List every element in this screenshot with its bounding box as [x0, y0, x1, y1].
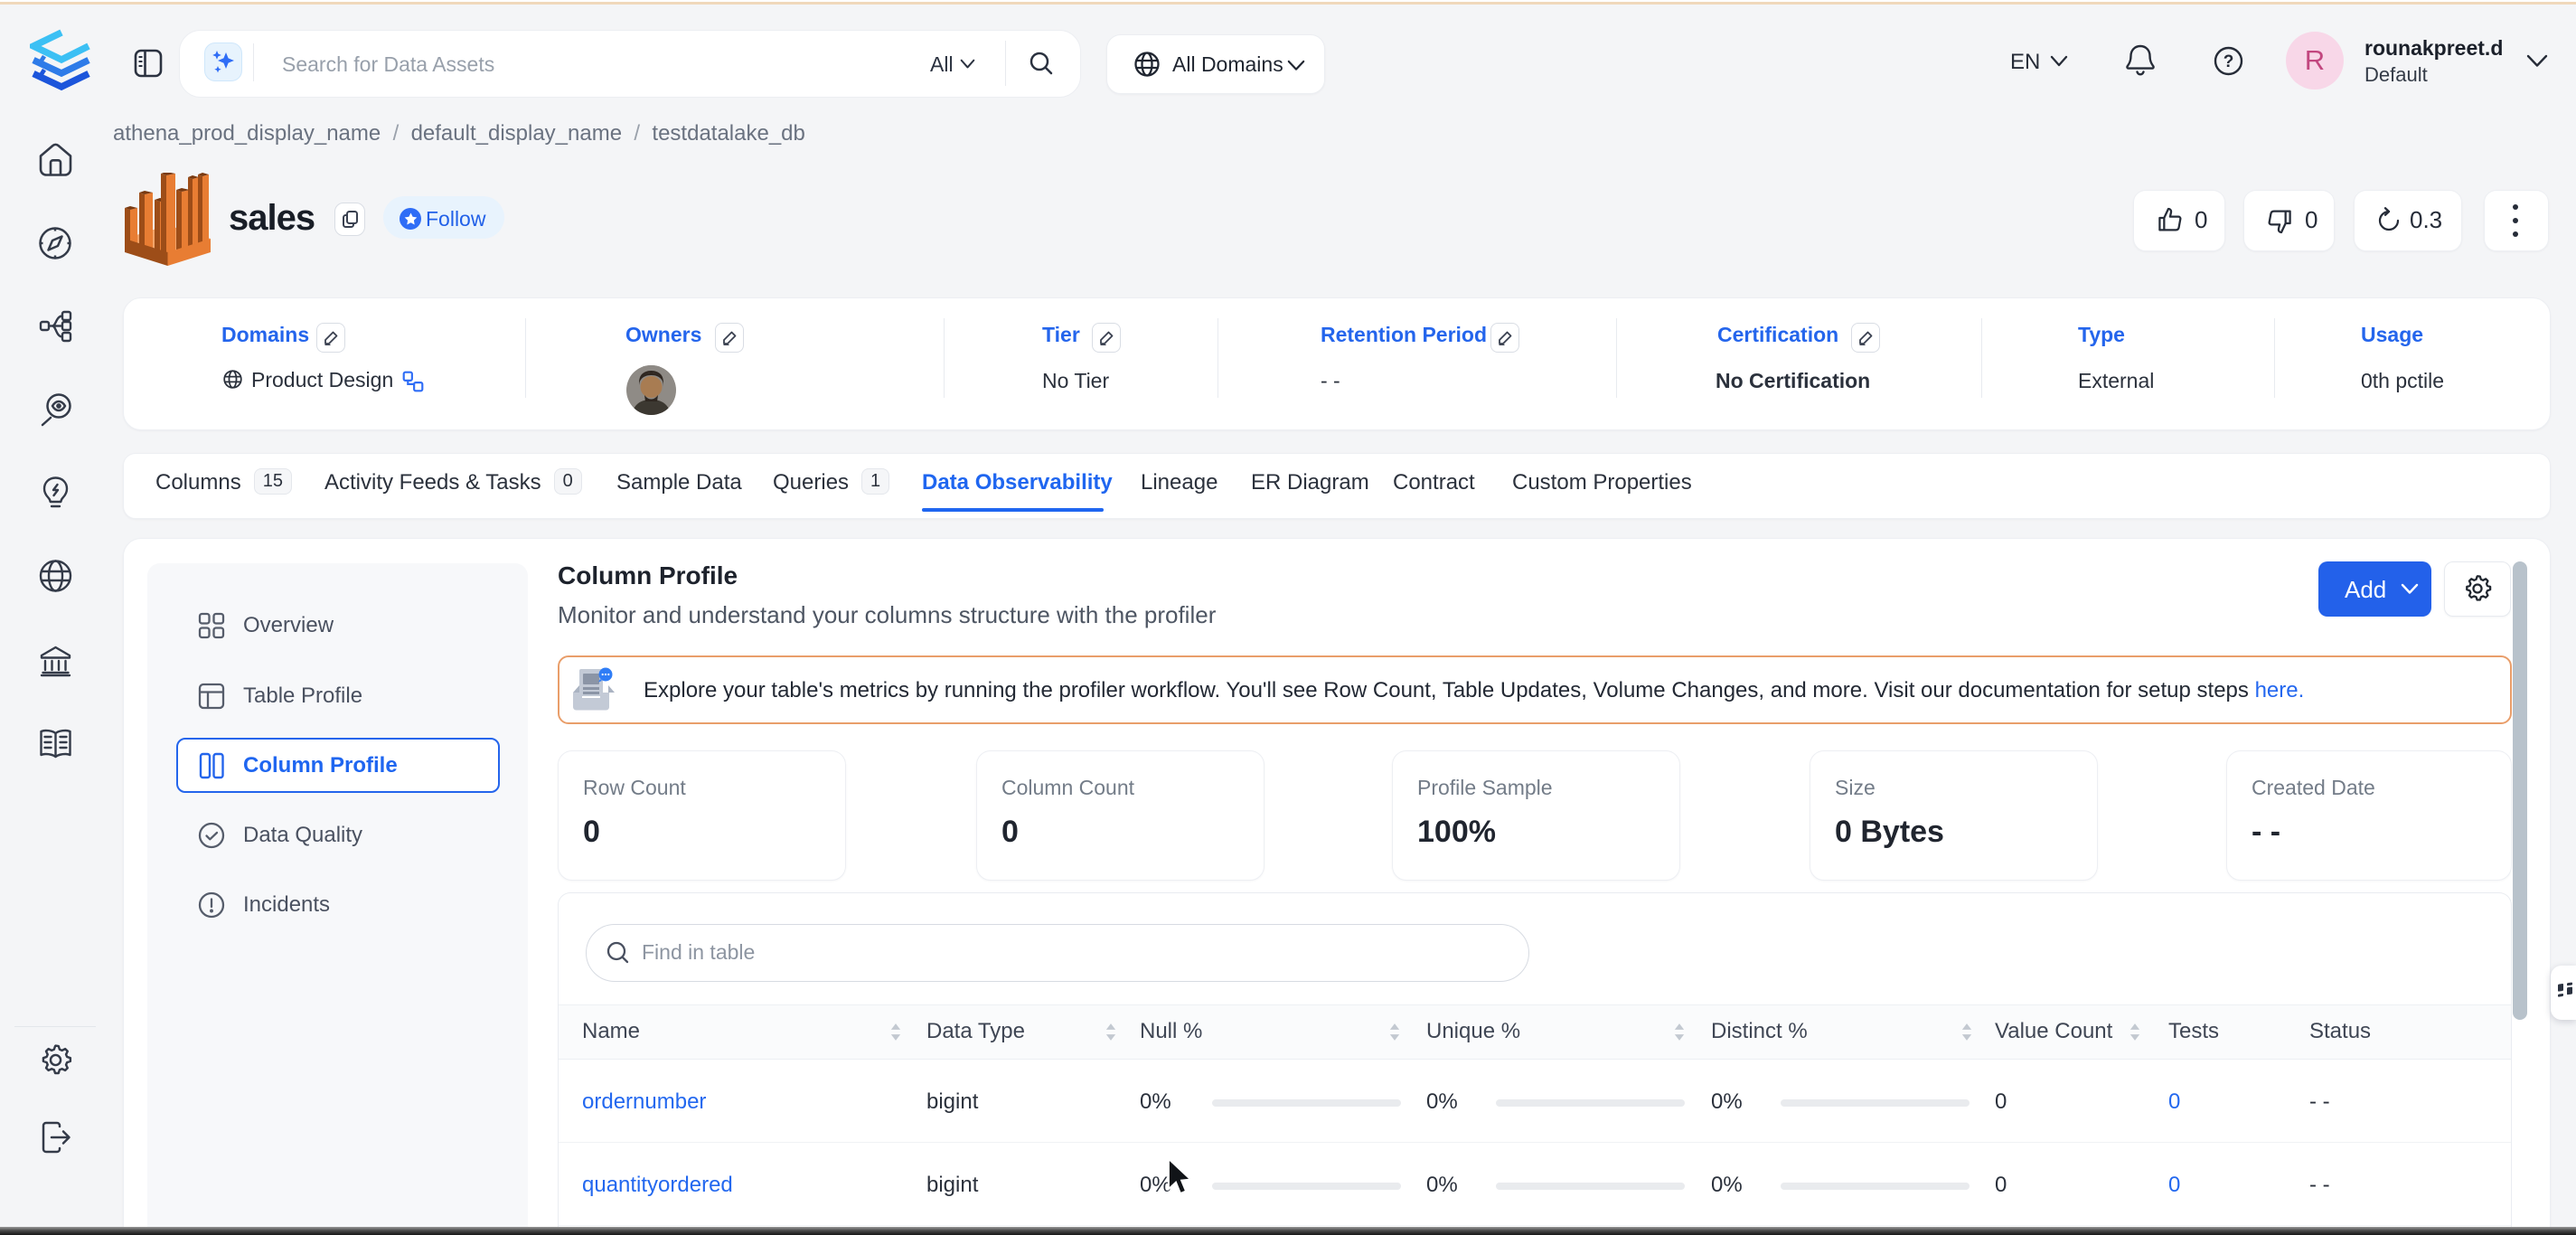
svg-text:?: ? — [2223, 52, 2234, 71]
